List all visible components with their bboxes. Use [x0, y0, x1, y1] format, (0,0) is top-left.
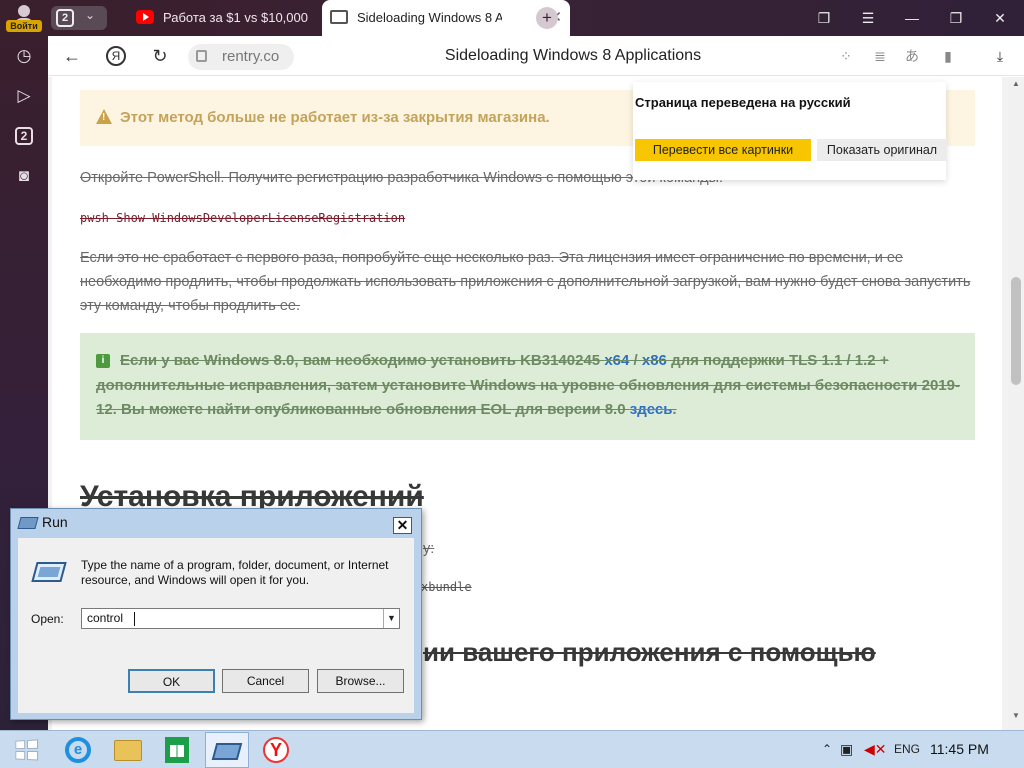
store-icon: [165, 737, 189, 763]
text-fragment: у:: [423, 541, 435, 557]
run-program-icon: [31, 562, 67, 582]
yandex-browser-icon: Y: [263, 737, 289, 763]
avatar-head: [18, 5, 30, 17]
new-tab-button[interactable]: +: [536, 7, 558, 29]
browse-button[interactable]: Browse...: [317, 669, 404, 693]
close-dialog-button[interactable]: ✕: [393, 517, 412, 534]
show-hidden-icons[interactable]: ⌃: [822, 731, 832, 767]
volume-muted-icon[interactable]: ◀✕: [864, 731, 887, 767]
minimize-icon[interactable]: —: [890, 0, 934, 36]
taskbar-yandex-browser[interactable]: Y: [254, 732, 298, 768]
tab-strip: 2 ⌄ Работа за $1 vs $10,000,000 Sideload…: [48, 0, 1024, 36]
browser-toolbar: ← Я ↻ rentry.co Sideloading Windows 8 Ap…: [48, 36, 1024, 76]
restore-icon[interactable]: ❐: [934, 0, 978, 36]
scroll-down-icon[interactable]: ▼: [1011, 711, 1021, 720]
address-bar[interactable]: rentry.co: [188, 44, 294, 70]
ok-button[interactable]: OK: [128, 669, 215, 693]
tab-title: Работа за $1 vs $10,000,000: [163, 10, 308, 25]
show-original-button[interactable]: Показать оригинал: [817, 139, 947, 161]
tabs-count-icon[interactable]: 2: [15, 127, 33, 145]
translate-icon[interactable]: あ: [902, 46, 922, 66]
run-dialog: Run ✕ Type the name of a program, folder…: [10, 508, 422, 720]
text-caret: [134, 612, 135, 626]
code-fragment: xbundle: [421, 580, 472, 594]
internet-explorer-icon: e: [65, 737, 91, 763]
dialog-body: Type the name of a program, folder, docu…: [18, 538, 414, 713]
warning-text: Этот метод больше не работает из-за закр…: [120, 109, 550, 126]
dropdown-arrow-icon[interactable]: ▼: [383, 609, 399, 628]
page-title: Sideloading Windows 8 Applications: [444, 47, 702, 64]
tab-youtube[interactable]: Работа за $1 vs $10,000,000: [128, 0, 323, 36]
info-box: i Если у вас Windows 8.0, вам необходимо…: [80, 333, 975, 440]
code-snippet: pwsh Show-WindowsDeveloperLicenseRegistr…: [80, 211, 406, 225]
extensions-icon[interactable]: ⁘: [836, 46, 856, 66]
run-icon: [211, 743, 243, 760]
taskbar: e Y ⌃ ▣ ◀✕ ENG 11:45 PM: [0, 730, 1024, 768]
youtube-icon: [136, 10, 154, 24]
chevron-down-icon: ⌄: [85, 8, 96, 22]
translate-popup: Страница переведена на русский Перевести…: [633, 82, 947, 180]
yandex-icon[interactable]: Я: [106, 46, 126, 66]
menu-icon[interactable]: ☰: [846, 0, 890, 36]
reload-icon[interactable]: ↻: [148, 44, 172, 68]
tab-group-button[interactable]: 2 ⌄: [51, 6, 107, 30]
run-icon: [17, 517, 39, 529]
close-window-icon[interactable]: ✕: [978, 0, 1022, 36]
open-combobox[interactable]: control ▼: [81, 608, 400, 629]
taskbar-ie[interactable]: e: [56, 732, 100, 768]
open-input[interactable]: control: [87, 611, 123, 625]
section-heading: ии вашего приложения с помощью: [423, 637, 876, 667]
back-arrow-icon[interactable]: ←: [60, 44, 84, 68]
login-button[interactable]: Войти: [6, 20, 42, 32]
link-here[interactable]: здесь: [630, 401, 673, 418]
cancel-button[interactable]: Cancel: [222, 669, 309, 693]
folder-icon: [114, 740, 142, 761]
scroll-up-icon[interactable]: ▲: [1011, 79, 1021, 88]
warning-icon: [96, 109, 112, 124]
taskbar-store[interactable]: [155, 732, 199, 768]
bookmark-icon[interactable]: ▮: [938, 46, 958, 66]
lock-icon: [196, 50, 207, 62]
reader-mode-icon[interactable]: ≣: [870, 46, 890, 66]
link-x86[interactable]: x86: [642, 352, 667, 369]
download-icon[interactable]: ⤓: [990, 46, 1010, 66]
screenshot-icon[interactable]: ◙: [12, 164, 36, 188]
info-text: Если у вас Windows 8.0, вам необходимо у…: [96, 352, 960, 418]
bookmarks-panel-icon[interactable]: ❐: [802, 0, 846, 36]
open-label: Open:: [31, 612, 64, 626]
tab-sideloading[interactable]: Sideloading Windows 8 Applications ✕: [322, 0, 570, 36]
paragraph: Если это не сработает с первого раза, по…: [80, 250, 971, 314]
history-icon[interactable]: ◷: [12, 44, 36, 68]
start-button[interactable]: [2, 732, 46, 768]
dialog-titlebar[interactable]: Run ✕: [11, 509, 421, 537]
media-play-icon[interactable]: ▷: [12, 84, 36, 108]
tab-count-badge: 2: [56, 9, 74, 27]
tab-title: Sideloading Windows 8 Applications: [357, 10, 502, 25]
link-x64[interactable]: x64: [604, 352, 629, 369]
url-domain: rentry.co: [222, 48, 280, 65]
translate-popup-title: Страница переведена на русский: [635, 95, 851, 110]
dialog-title: Run: [42, 514, 68, 530]
language-indicator[interactable]: ENG: [894, 731, 920, 767]
clock[interactable]: 11:45 PM: [930, 731, 989, 767]
network-icon[interactable]: ▣: [840, 731, 853, 767]
dialog-description: Type the name of a program, folder, docu…: [81, 558, 389, 587]
translate-images-button[interactable]: Перевести все картинки: [635, 139, 811, 161]
page-scrollbar[interactable]: ▲ ▼: [1008, 77, 1024, 730]
taskbar-explorer[interactable]: [106, 732, 150, 768]
rentry-icon: [330, 10, 348, 24]
windows-logo-icon: [15, 739, 40, 763]
scrollbar-thumb[interactable]: [1011, 277, 1021, 385]
taskbar-run[interactable]: [205, 732, 249, 768]
